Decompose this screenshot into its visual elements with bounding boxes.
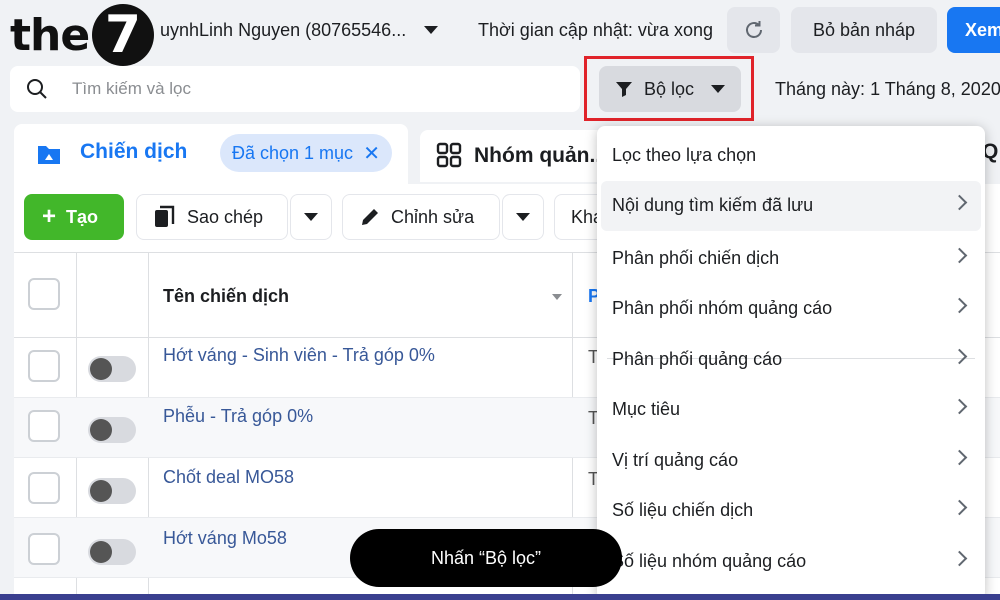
menu-item-objective[interactable]: Mục tiêu (597, 385, 985, 435)
campaign-toggle[interactable] (88, 356, 136, 382)
create-label: Tạo (66, 206, 99, 227)
edit-label: Chỉnh sửa (391, 206, 475, 227)
selected-chip-label: Đã chọn 1 mục (232, 142, 354, 163)
menu-item-adset-metrics[interactable]: Số liệu nhóm quảng cáo (597, 537, 985, 587)
chevron-down-icon (711, 85, 725, 93)
duplicate-button[interactable]: Sao chép (136, 194, 288, 240)
campaign-name[interactable]: Hớt váng Mo58 (163, 528, 287, 549)
close-icon[interactable]: ✕ (363, 141, 380, 166)
refresh-icon (745, 21, 762, 38)
menu-item-adset-delivery[interactable]: Phân phối nhóm quảng cáo (597, 284, 985, 334)
select-all-checkbox[interactable] (28, 278, 60, 310)
menu-item-label: Nội dung tìm kiếm đã lưu (612, 195, 814, 215)
chevron-right-icon (951, 499, 968, 516)
menu-item-saved-searches[interactable]: Nội dung tìm kiếm đã lưu (601, 181, 981, 231)
menu-item-label: Phân phối chiến dịch (612, 248, 780, 268)
menu-item-label: Số liệu nhóm quảng cáo (612, 551, 807, 571)
chevron-right-icon (951, 247, 968, 264)
edit-button[interactable]: Chỉnh sửa (342, 194, 500, 240)
row-checkbox[interactable] (28, 350, 60, 382)
chevron-down-icon[interactable] (424, 26, 438, 34)
campaign-toggle[interactable] (88, 478, 136, 504)
menu-item-label: Mục tiêu (612, 399, 681, 419)
search-placeholder: Tìm kiếm và lọc (72, 79, 192, 98)
logo: the 7 (0, 0, 170, 70)
chevron-right-icon (951, 348, 968, 365)
edit-dropdown[interactable] (502, 194, 544, 240)
chevron-right-icon (951, 550, 968, 567)
duplicate-dropdown[interactable] (290, 194, 332, 240)
chevron-right-icon (951, 398, 968, 415)
logo-text: the (10, 10, 90, 61)
plus-icon: + (42, 203, 57, 230)
menu-item-label: Phân phối nhóm quảng cáo (612, 298, 833, 318)
row-checkbox[interactable] (28, 410, 60, 442)
row-checkbox[interactable] (28, 533, 60, 565)
instruction-caption: Nhấn “Bộ lọc” (350, 529, 622, 587)
refresh-button[interactable] (727, 7, 780, 53)
date-range[interactable]: Tháng này: 1 Tháng 8, 2020 (775, 79, 1000, 100)
chevron-right-icon (951, 297, 968, 314)
menu-item-ad-delivery[interactable]: Phân phối quảng cáo (597, 335, 985, 385)
create-button[interactable]: + Tạo (24, 194, 124, 240)
tab-adsets-label: Nhóm quản... (474, 144, 607, 167)
account-selector[interactable]: uynhLinh Nguyen (80765546... (160, 20, 406, 41)
update-status: Thời gian cập nhật: vừa xong (478, 20, 713, 40)
sort-icon[interactable] (552, 294, 562, 300)
duplicate-label: Sao chép (187, 206, 264, 227)
filter-button[interactable]: Bộ lọc (599, 66, 741, 112)
menu-item-campaign-delivery[interactable]: Phân phối chiến dịch (597, 234, 985, 284)
logo-circle: 7 (92, 4, 154, 66)
bottom-border (0, 594, 1000, 600)
row-checkbox[interactable] (28, 472, 60, 504)
chevron-right-icon (951, 449, 968, 466)
menu-item-campaign-metrics[interactable]: Số liệu chiến dịch (597, 486, 985, 536)
discard-drafts-button[interactable]: Bỏ bản nháp (791, 7, 937, 53)
view-button[interactable]: Xem (947, 7, 1000, 53)
menu-item-placement[interactable]: Vị trí quảng cáo (597, 436, 985, 486)
chevron-down-icon (304, 213, 318, 221)
filter-icon (615, 80, 633, 103)
chevron-down-icon (516, 213, 530, 221)
filter-label: Bộ lọc (644, 79, 695, 99)
column-header-campaign-name[interactable]: Tên chiến dịch (163, 286, 289, 307)
menu-item-label: Số liệu chiến dịch (612, 500, 754, 520)
chevron-right-icon (951, 194, 968, 211)
search-icon (26, 78, 48, 105)
campaign-name[interactable]: Hớt váng - Sinh viên - Trả góp 0% (163, 345, 435, 366)
tab-adsets[interactable]: Nhóm quản... (420, 130, 610, 182)
campaign-toggle[interactable] (88, 417, 136, 443)
filter-dropdown-menu: Lọc theo lựa chọn Nội dung tìm kiếm đã l… (597, 126, 985, 600)
search-filter-bar[interactable]: Tìm kiếm và lọc (10, 66, 580, 112)
folder-icon (36, 142, 62, 171)
grid-icon (436, 142, 462, 173)
campaign-name[interactable]: Phễu - Trả góp 0% (163, 406, 313, 427)
menu-item-label: Phân phối quảng cáo (612, 349, 783, 369)
menu-item-filter-by-selection[interactable]: Lọc theo lựa chọn (597, 131, 985, 181)
tab-campaigns-label: Chiến dịch (80, 140, 188, 163)
pencil-icon (362, 209, 378, 225)
campaign-name[interactable]: Chốt deal MO58 (163, 467, 294, 488)
menu-item-label: Lọc theo lựa chọn (612, 145, 757, 165)
menu-item-label: Vị trí quảng cáo (612, 450, 739, 470)
selected-chip[interactable]: Đã chọn 1 mục ✕ (220, 134, 392, 172)
campaign-toggle[interactable] (88, 539, 136, 565)
tab-campaigns[interactable]: Chiến dịch Đã chọn 1 mục ✕ (14, 124, 408, 186)
copy-icon (155, 205, 175, 227)
